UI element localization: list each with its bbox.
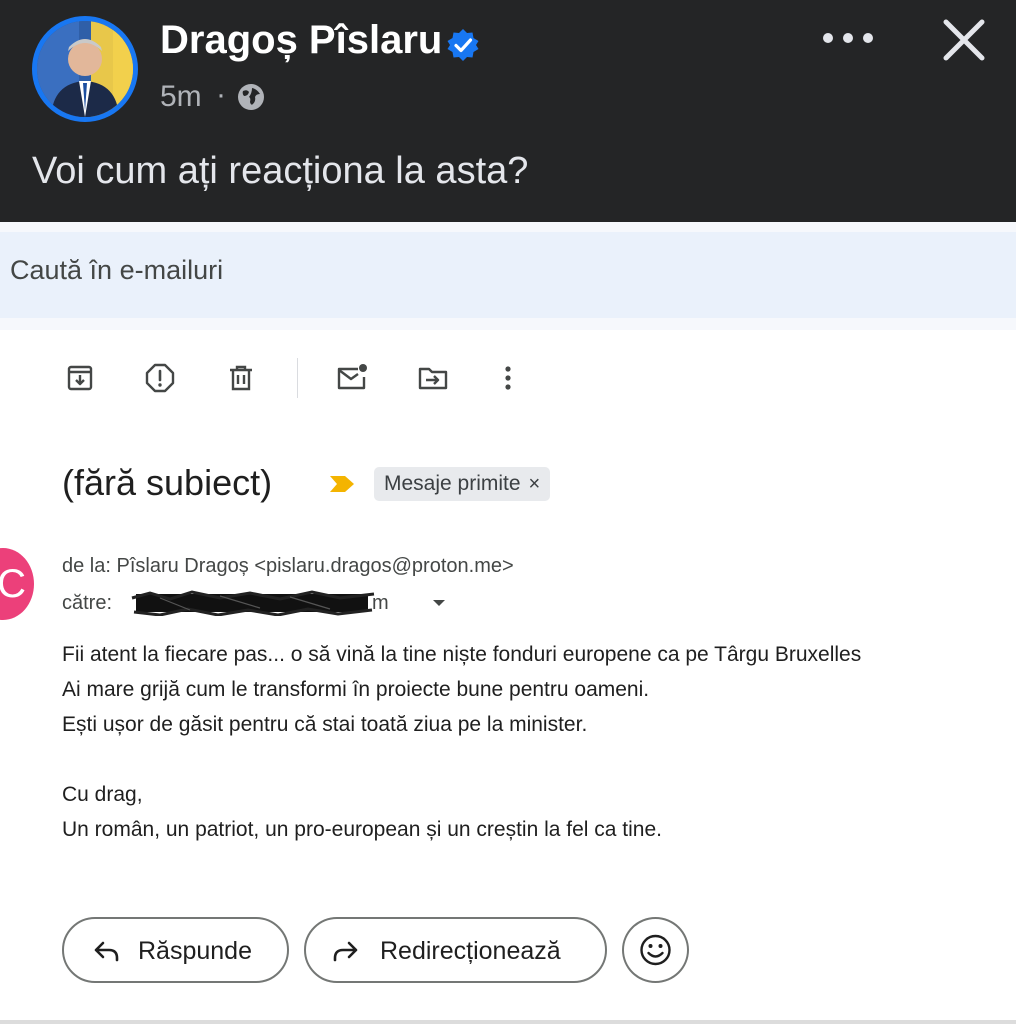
reply-icon [94,941,119,962]
inbox-label-chip: Mesaje primite × [374,467,551,501]
close-icon[interactable] [940,16,988,64]
forward-button[interactable]: Redirecționează [304,917,607,983]
delete-icon[interactable] [223,360,259,396]
sender-avatar[interactable]: C [0,548,34,620]
to-label: către: [62,592,113,614]
globe-icon [238,84,264,110]
archive-icon[interactable] [62,360,98,396]
from-line: de la: Pîslaru Dragoș <pislaru.dragos@pr… [62,555,514,577]
mark-unread-icon[interactable] [334,360,370,396]
recipient-tail: m [372,592,389,614]
reply-label: Răspunde [138,937,252,965]
body-line: Ai mare grijă cum le transformi în proie… [62,678,650,701]
report-spam-icon[interactable] [142,360,178,396]
meta-separator: · [216,78,226,111]
email-subject: (fără subiect) [62,462,273,503]
redacted-recipient [131,590,375,616]
important-marker-icon[interactable] [328,473,356,495]
body-line: Cu drag, [62,783,143,806]
bottom-divider [0,1020,1016,1024]
emoji-reaction-button[interactable] [622,917,689,983]
reply-button[interactable]: Răspunde [62,917,289,983]
author-avatar[interactable] [32,16,138,122]
author-name[interactable]: Dragoș Pîslaru [160,18,442,63]
move-to-icon[interactable] [415,360,451,396]
forward-label: Redirecționează [380,937,561,965]
smiley-icon [640,934,671,966]
body-line: Ești ușor de găsit pentru că stai toată … [62,713,588,736]
forward-icon [333,941,358,962]
search-input[interactable]: Caută în e-mailuri [10,255,223,286]
verified-badge-icon [447,29,479,61]
body-line: Fii atent la fiecare pas... o să vină la… [62,643,862,666]
remove-label-button[interactable]: × [529,473,541,495]
post-text: Voi cum ați reacționa la asta? [32,150,529,192]
label-text: Mesaje primite [384,472,521,495]
body-line: Un român, un patriot, un pro-european și… [62,818,662,841]
post-header: Dragoș Pîslaru 5m · Voi cum ați reacțion… [0,0,1016,222]
toolbar-divider [297,358,298,398]
more-horizontal-icon[interactable] [820,28,876,48]
more-vertical-icon[interactable] [490,360,526,396]
chevron-down-icon[interactable] [430,596,448,610]
post-timestamp[interactable]: 5m [160,80,202,114]
